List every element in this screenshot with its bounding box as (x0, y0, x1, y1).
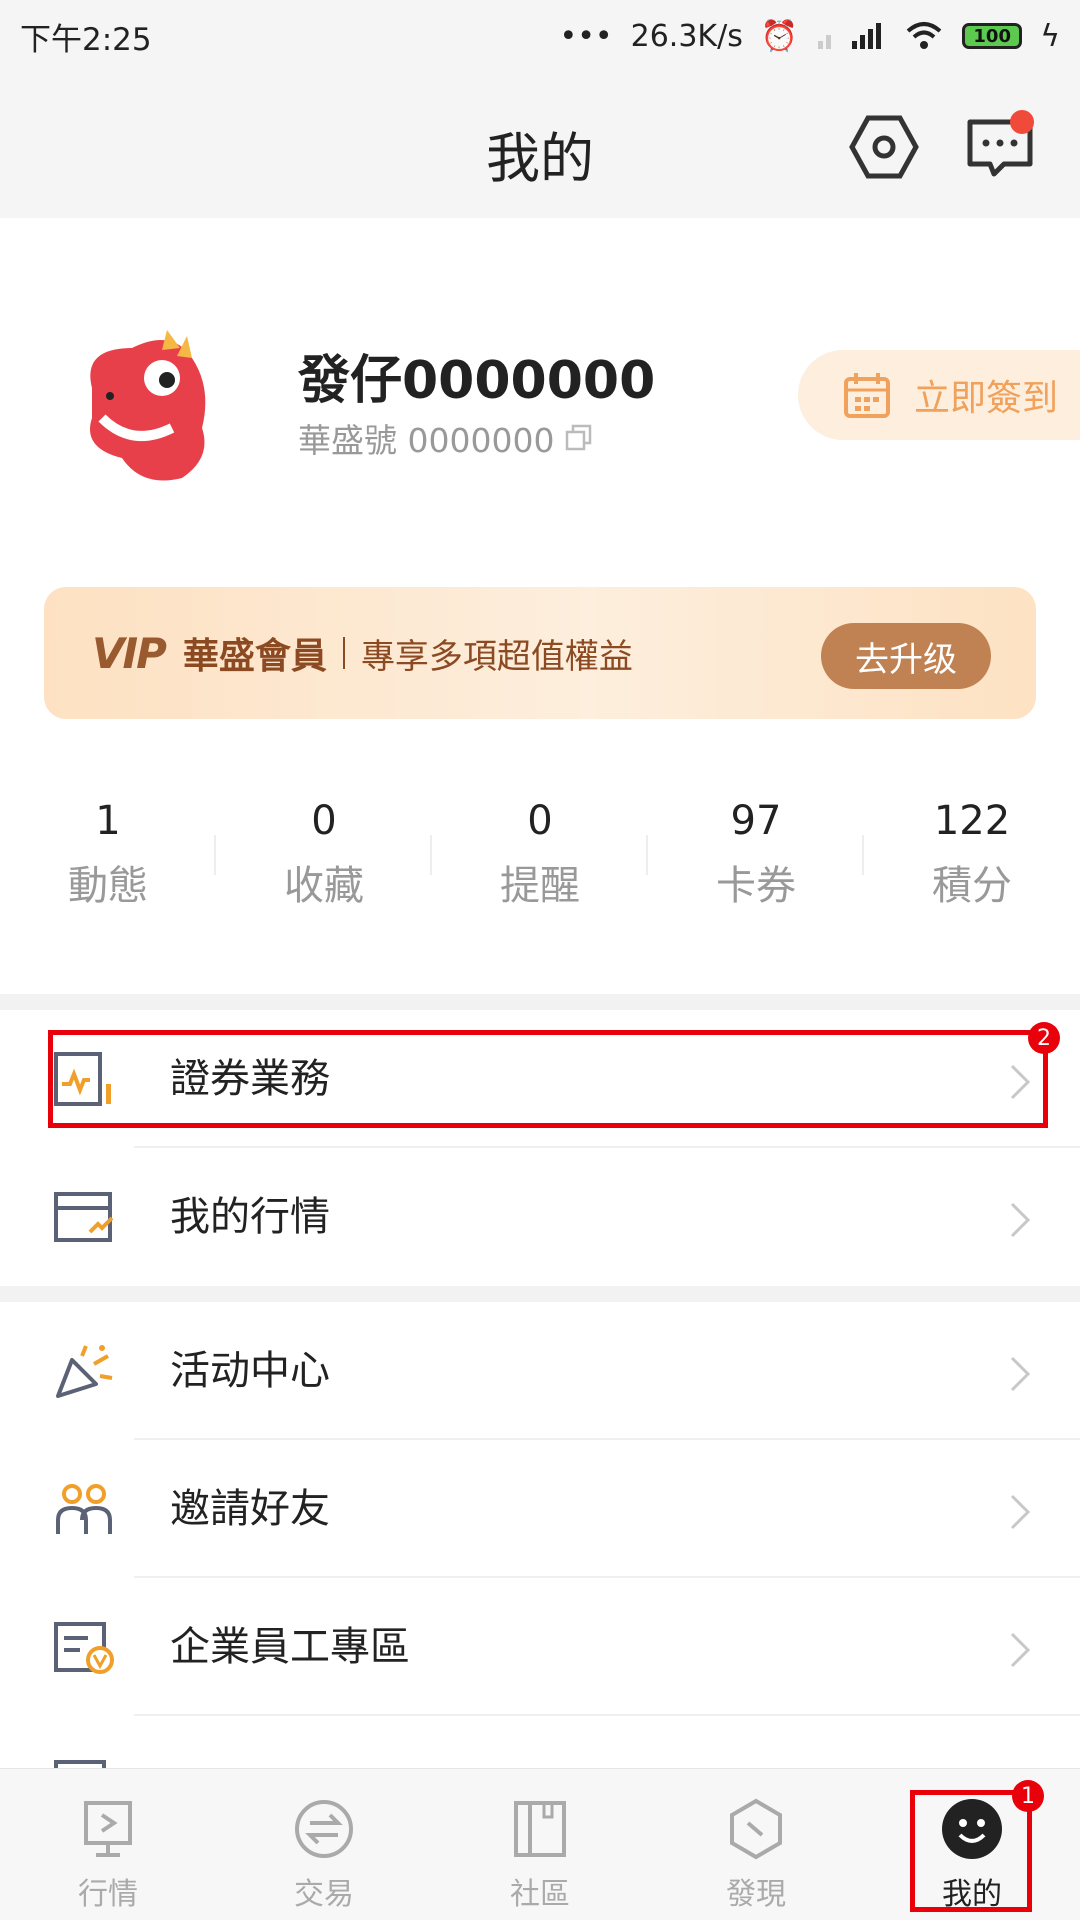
menu-label: 邀請好友 (170, 1486, 330, 1532)
more-dots-icon: ••• (559, 18, 613, 54)
copy-icon[interactable] (564, 423, 594, 453)
menu-label: 企業員工專區 (170, 1624, 410, 1670)
tab-label: 交易 (294, 1877, 354, 1912)
enterprise-icon (54, 1622, 114, 1674)
settings-icon[interactable] (848, 112, 920, 182)
vip-title: 華盛會員 (182, 636, 327, 677)
calendar-icon (844, 373, 890, 418)
charging-icon: ϟ (1040, 18, 1060, 54)
vip-separator (342, 637, 345, 669)
vip-logo: VIP (92, 628, 167, 678)
chevron-right-icon (1010, 1494, 1031, 1530)
stat-value: 122 (933, 798, 1011, 844)
menu-item-partial[interactable] (0, 1716, 1080, 1768)
profile-name: 發仔0000000 (298, 351, 656, 411)
stat-value: 0 (311, 798, 337, 844)
stat-dynamics[interactable]: 1 動態 (0, 795, 216, 925)
section-gap (0, 994, 1080, 1010)
avatar[interactable] (62, 318, 232, 488)
message-unread-dot (1010, 110, 1034, 134)
tab-discover[interactable]: 發現 (648, 1769, 864, 1920)
stat-label: 動態 (68, 863, 148, 909)
menu-item-enterprise[interactable]: 企業員工專區 (0, 1578, 1080, 1716)
stat-points[interactable]: 122 積分 (864, 795, 1080, 925)
tab-label: 發現 (726, 1877, 786, 1912)
trade-tab-icon (295, 1800, 353, 1858)
stat-label: 收藏 (284, 863, 364, 909)
tab-label: 社區 (510, 1877, 570, 1912)
stat-coupons[interactable]: 97 卡券 (648, 795, 864, 925)
annotation-badge-2: 2 (1028, 1022, 1060, 1054)
menu-label: 我的行情 (170, 1194, 330, 1240)
status-time: 下午2:25 (20, 21, 152, 58)
network-speed: 26.3K/s (630, 18, 743, 54)
menu-item-invite-friends[interactable]: 邀請好友 (0, 1440, 1080, 1578)
stat-favorites[interactable]: 0 收藏 (216, 795, 432, 925)
status-bar: 下午2:25 ••• 26.3K/s ⏰ 100 ϟ (0, 0, 1080, 72)
chevron-right-icon (1010, 1202, 1031, 1238)
menu-label: 活动中心 (170, 1348, 330, 1394)
tab-label: 行情 (78, 1877, 138, 1912)
stats-row: 1 動態 0 收藏 0 提醒 97 卡券 122 積分 (0, 795, 1080, 925)
status-indicators: ••• 26.3K/s ⏰ 100 ϟ (560, 19, 1060, 54)
stat-value: 97 (730, 798, 782, 844)
highlight-box-securities (48, 1030, 1048, 1128)
header: 我的 (0, 72, 1080, 218)
menu-item-my-quotes[interactable]: 我的行情 (0, 1148, 1080, 1286)
stat-label: 卡券 (716, 863, 796, 909)
stat-value: 1 (95, 798, 121, 844)
profile-id: 華盛號 0000000 (298, 414, 594, 462)
list-icon (54, 1760, 106, 1768)
stat-label: 積分 (932, 863, 1012, 909)
battery-icon: 100 (962, 23, 1023, 49)
quotes-tab-icon (84, 1801, 132, 1857)
profile-id-text: 華盛號 0000000 (298, 421, 555, 460)
chevron-right-icon (1010, 1632, 1031, 1668)
highlight-box-me-tab (910, 1790, 1032, 1912)
checkin-button[interactable]: 立即簽到 (798, 350, 1080, 440)
annotation-badge-1: 1 (1012, 1780, 1044, 1812)
tab-trade[interactable]: 交易 (216, 1769, 432, 1920)
vip-upgrade-button[interactable]: 去升级 (821, 623, 991, 689)
alarm-icon: ⏰ (760, 18, 799, 54)
menu-item-activity-center[interactable]: 活动中心 (0, 1302, 1080, 1440)
stat-label: 提醒 (500, 863, 580, 909)
party-popper-icon (56, 1345, 113, 1398)
vip-description: 專享多項超值權益 (360, 636, 633, 677)
quotes-card-icon (54, 1192, 114, 1242)
vip-banner[interactable]: VIP 華盛會員 專享多項超值權益 去升级 (44, 587, 1036, 719)
community-tab-icon (514, 1801, 566, 1857)
wifi-icon (906, 22, 942, 49)
stat-value: 0 (527, 798, 553, 844)
invite-friends-icon (56, 1484, 112, 1534)
discover-tab-icon (730, 1798, 782, 1860)
section-gap (0, 1286, 1080, 1302)
tab-community[interactable]: 社區 (432, 1769, 648, 1920)
checkin-label: 立即簽到 (914, 378, 1059, 419)
signal-icon (818, 23, 882, 49)
chevron-right-icon (1010, 1356, 1031, 1392)
stat-reminders[interactable]: 0 提醒 (432, 795, 648, 925)
tab-quotes[interactable]: 行情 (0, 1769, 216, 1920)
